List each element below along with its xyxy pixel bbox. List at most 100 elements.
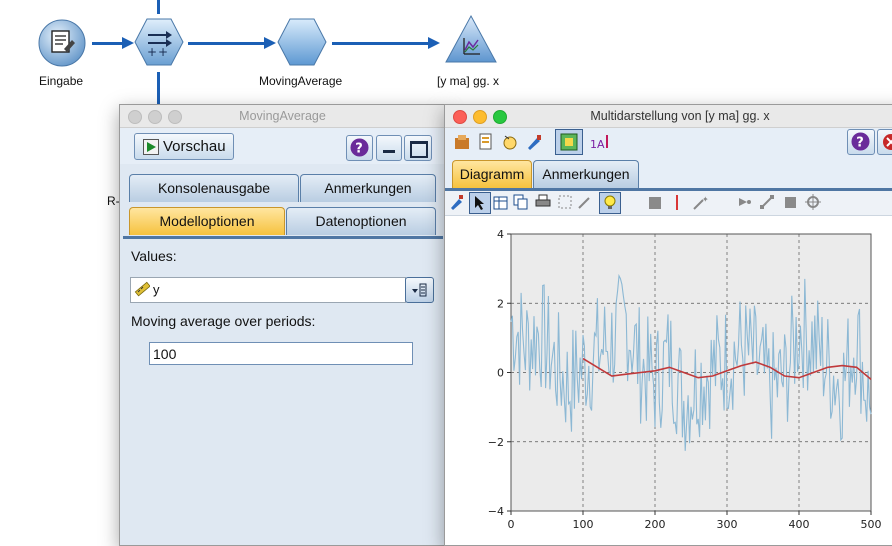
flow-connector xyxy=(332,42,430,45)
marker-line-icon[interactable] xyxy=(676,195,678,210)
preview-button[interactable]: Vorschau xyxy=(134,133,234,160)
tab-diagramm[interactable]: Diagramm xyxy=(452,160,532,188)
moving-average-node[interactable] xyxy=(276,16,328,68)
help-button[interactable]: ? xyxy=(847,129,875,155)
magic-wand-icon[interactable] xyxy=(577,194,593,210)
print-icon[interactable] xyxy=(535,194,551,210)
values-field[interactable]: y xyxy=(130,277,406,303)
x-tick-label: 100 xyxy=(573,518,594,531)
y-tick-label: −2 xyxy=(488,436,504,449)
chart-area: 0 100 200 300 400 500 4 2 0 −2 −4 xyxy=(445,216,892,545)
edit-hand-icon[interactable] xyxy=(501,133,519,151)
periods-input[interactable]: 100 xyxy=(149,342,413,365)
flow-connector xyxy=(157,0,160,14)
tab-label: Anmerkungen xyxy=(324,180,412,196)
tab-divider xyxy=(123,236,443,239)
help-button[interactable]: ? xyxy=(346,135,373,161)
eingabe-node[interactable] xyxy=(38,18,90,70)
chart-window-titlebar[interactable]: Multidarstellung von [y ma] gg. x xyxy=(445,105,892,128)
help-icon: ? xyxy=(350,138,369,157)
minimize-window-button[interactable] xyxy=(148,110,162,124)
tab-label: Konsolenausgabe xyxy=(157,180,271,196)
y-tick-label: 2 xyxy=(497,297,504,310)
periods-input-value: 100 xyxy=(153,346,177,362)
close-window-button[interactable] xyxy=(453,110,467,124)
dialog-title: MovingAverage xyxy=(239,109,326,123)
zoom-window-button[interactable] xyxy=(168,110,182,124)
x-tick-label: 200 xyxy=(645,518,666,531)
tab-anmerkungen[interactable]: Anmerkungen xyxy=(300,174,436,202)
y-tick-label: −4 xyxy=(488,505,504,518)
svg-text:?: ? xyxy=(355,142,363,157)
moving-average-dialog: MovingAverage Vorschau ? Konsolenausgabe… xyxy=(119,104,446,546)
brush-icon[interactable] xyxy=(449,194,465,210)
tab-label: Diagramm xyxy=(459,166,525,182)
chart-toolbar: 1A ? xyxy=(445,128,892,156)
preview-play-icon xyxy=(143,139,159,155)
square-shape-icon[interactable] xyxy=(785,197,796,208)
field-list-icon xyxy=(412,283,427,297)
flow-connector xyxy=(188,42,266,45)
diagonal-link-icon[interactable] xyxy=(759,194,775,210)
svg-text:?: ? xyxy=(856,136,864,151)
dialog-toolbar: Vorschau ? xyxy=(120,128,445,164)
filter-node[interactable]: + + xyxy=(133,16,185,68)
periods-label: Moving average over periods: xyxy=(131,313,316,329)
chart-window-title: Multidarstellung von [y ma] gg. x xyxy=(590,109,770,123)
moving-average-node-label: MovingAverage xyxy=(259,74,343,88)
maximize-panel-button[interactable] xyxy=(404,135,432,161)
plot-node[interactable] xyxy=(444,14,497,66)
sparkle-wand-icon[interactable]: ✦ xyxy=(691,194,709,212)
node-connect-icon[interactable] xyxy=(737,194,753,210)
maximize-icon xyxy=(410,141,428,158)
stop-icon[interactable] xyxy=(649,197,661,209)
brush-icon[interactable] xyxy=(525,133,543,151)
tab-anmerkungen[interactable]: Anmerkungen xyxy=(533,160,639,188)
sort-icon[interactable]: 1A xyxy=(589,132,611,152)
copy-icon[interactable] xyxy=(513,194,529,210)
region-icon[interactable] xyxy=(557,194,573,210)
help-icon: ? xyxy=(851,132,870,151)
select-tool-button[interactable] xyxy=(469,192,491,214)
plot-triangle-icon xyxy=(445,14,497,63)
y-tick-label: 0 xyxy=(497,367,504,380)
svg-text:✦: ✦ xyxy=(702,195,709,204)
crosshair-icon[interactable] xyxy=(805,194,821,210)
x-tick-label: 400 xyxy=(789,518,810,531)
svg-text:+: + xyxy=(147,45,157,59)
close-icon xyxy=(883,134,892,150)
tab-datenoptionen[interactable]: Datenoptionen xyxy=(286,207,436,235)
input-source-icon xyxy=(38,19,86,67)
stream-canvas: Eingabe + + MovingAverage [y ma] gg. x R… xyxy=(0,0,892,208)
document-icon[interactable] xyxy=(477,133,495,151)
chart-window: Multidarstellung von [y ma] gg. x 1A ? D… xyxy=(444,104,892,546)
table-icon[interactable] xyxy=(493,194,509,210)
minimize-window-button[interactable] xyxy=(473,110,487,124)
tab-konsolenausgabe[interactable]: Konsolenausgabe xyxy=(129,174,299,202)
svg-text:1A: 1A xyxy=(590,138,605,151)
field-picker-button[interactable] xyxy=(405,277,434,303)
tab-label: Datenoptionen xyxy=(315,213,407,229)
edit-toolbar: ✦ xyxy=(445,191,892,216)
minimize-panel-button[interactable] xyxy=(376,135,402,161)
x-tick-label: 500 xyxy=(861,518,882,531)
toggle-view-button[interactable] xyxy=(555,129,583,155)
svg-text:+: + xyxy=(158,45,168,59)
dialog-titlebar[interactable]: MovingAverage xyxy=(120,105,445,128)
zoom-window-button[interactable] xyxy=(493,110,507,124)
eingabe-node-label: Eingabe xyxy=(39,74,84,88)
hexagon-node-icon xyxy=(277,18,327,66)
grid-view-icon xyxy=(560,133,578,151)
flow-connector xyxy=(92,42,124,45)
lightbulb-icon xyxy=(604,195,616,209)
close-chart-button[interactable] xyxy=(877,129,892,155)
highlight-tool-button[interactable] xyxy=(599,192,621,214)
close-window-button[interactable] xyxy=(128,110,142,124)
tab-modelloptionen[interactable]: Modelloptionen xyxy=(129,207,285,235)
arrowhead-icon xyxy=(428,37,440,49)
export-icon[interactable] xyxy=(453,133,471,151)
field-ops-icon: + + xyxy=(134,18,184,66)
x-tick-label: 0 xyxy=(508,518,515,531)
line-chart: 0 100 200 300 400 500 4 2 0 −2 −4 xyxy=(488,228,882,531)
x-tick-label: 300 xyxy=(717,518,738,531)
